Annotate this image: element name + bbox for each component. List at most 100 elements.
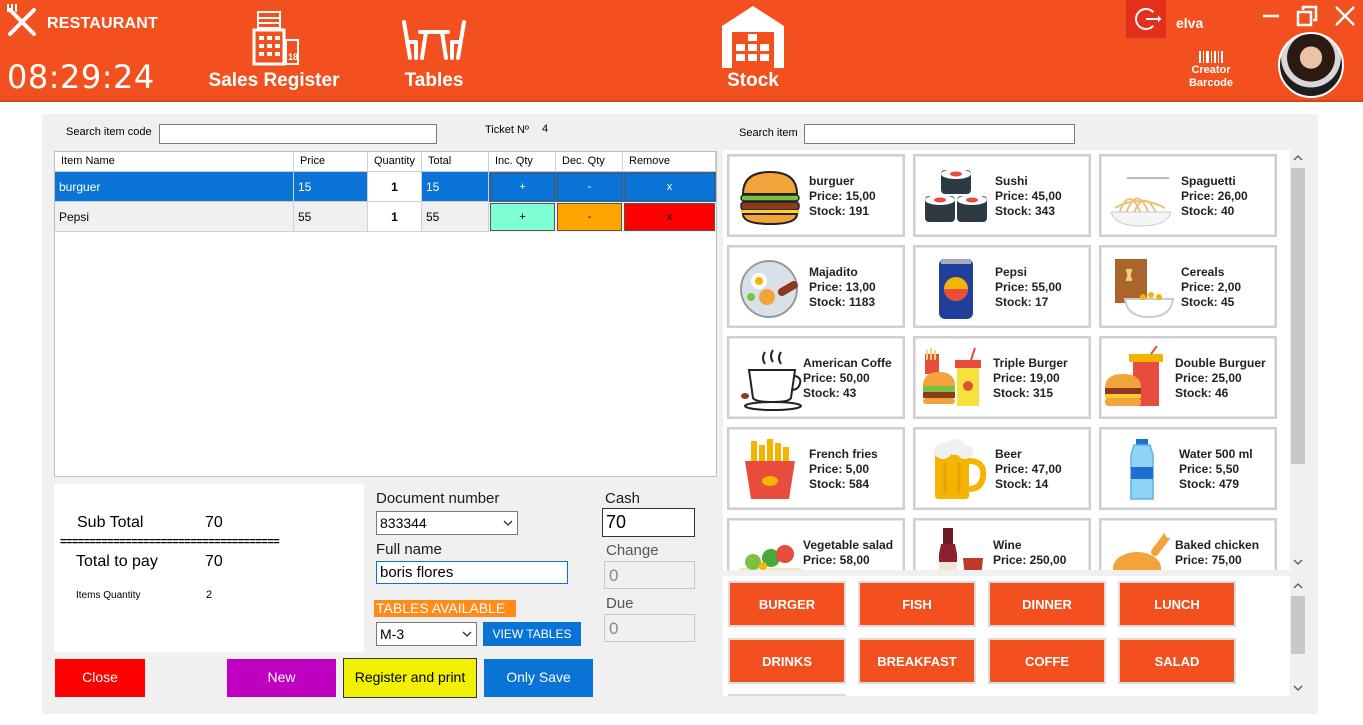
remove-item-button[interactable]: x — [624, 173, 715, 201]
category-partial-row — [728, 694, 846, 696]
inc-qty-button[interactable]: + — [490, 203, 555, 231]
col-quantity[interactable]: Quantity — [368, 152, 422, 172]
category-drinks[interactable]: DRINKS — [728, 638, 846, 684]
search-item-code-label: Search item code — [66, 126, 152, 138]
item-name: Triple Burger — [993, 356, 1068, 370]
item-name: Water 500 ml — [1179, 447, 1253, 461]
item-stock: Stock: 191 — [809, 204, 870, 218]
full-name-label: Full name — [376, 541, 442, 558]
item-stock: Stock: 45 — [1181, 295, 1235, 309]
col-dec-qty[interactable]: Dec. Qty — [556, 152, 623, 172]
item-card-double-burguer[interactable]: Double Burguer Price: 25,00 Stock: 46 — [1099, 336, 1277, 419]
category-salad[interactable]: SALAD — [1118, 638, 1236, 684]
item-card-majadito[interactable]: Majadito Price: 13,00 Stock: 1183 — [727, 245, 905, 328]
logout-button[interactable] — [1126, 0, 1166, 38]
chevron-down-icon — [462, 631, 472, 637]
due-field: 0 — [604, 614, 695, 642]
table-row[interactable]: burguer 15 1 15 + - x — [55, 172, 716, 202]
category-fish[interactable]: FISH — [858, 581, 976, 627]
item-card-water[interactable]: Water 500 ml Price: 5,50 Stock: 479 — [1099, 427, 1277, 510]
category-lunch[interactable]: LUNCH — [1118, 581, 1236, 627]
order-grid[interactable]: Item Name Price Quantity Total Inc. Qty … — [54, 151, 717, 477]
chicken-icon — [1113, 530, 1173, 570]
scroll-down-icon[interactable] — [1293, 684, 1303, 692]
document-number-value: 833344 — [380, 515, 427, 531]
item-price: Price: 58,00 — [803, 553, 870, 567]
item-card-triple-burger[interactable]: Triple Burger Price: 19,00 Stock: 315 — [913, 336, 1091, 419]
items-scroll-thumb[interactable] — [1291, 168, 1305, 464]
cell-price: 15 — [294, 172, 368, 202]
item-card-beer[interactable]: Beer Price: 47,00 Stock: 14 — [913, 427, 1091, 510]
item-card-wine[interactable]: Wine Price: 250,00 — [913, 518, 1091, 570]
scroll-down-icon[interactable] — [1293, 558, 1303, 566]
scroll-up-icon[interactable] — [1293, 154, 1303, 162]
item-card-cereals[interactable]: Cereals Price: 2,00 Stock: 45 — [1099, 245, 1277, 328]
categories-panel: BURGER FISH DINNER LUNCH DRINKS BREAKFAS… — [723, 576, 1290, 696]
table-select[interactable]: M-3 — [376, 622, 477, 646]
inc-qty-button[interactable]: + — [490, 173, 555, 201]
new-button[interactable]: New — [227, 659, 336, 697]
item-stock: Stock: 40 — [1181, 204, 1235, 218]
cereal-icon — [1115, 259, 1175, 319]
category-dinner[interactable]: DINNER — [988, 581, 1106, 627]
search-item-code-input[interactable] — [159, 124, 437, 144]
remove-item-button[interactable]: x — [624, 203, 715, 231]
col-inc-qty[interactable]: Inc. Qty — [489, 152, 556, 172]
coffee-cup-icon — [741, 349, 802, 411]
col-total[interactable]: Total — [422, 152, 489, 172]
nav-stock[interactable]: Stock — [720, 4, 786, 92]
cash-input[interactable] — [602, 508, 695, 537]
item-card-american-coffe[interactable]: American Coffe Price: 50,00 Stock: 43 — [727, 336, 905, 419]
item-card-french-fries[interactable]: French fries Price: 5,00 Stock: 584 — [727, 427, 905, 510]
cell-item-name: burguer — [55, 172, 294, 202]
col-item-name[interactable]: Item Name — [55, 152, 294, 172]
item-card-burguer[interactable]: burguer Price: 15,00 Stock: 191 — [727, 154, 905, 237]
category-burger[interactable]: BURGER — [728, 581, 846, 627]
category-coffe[interactable]: COFFE — [988, 638, 1106, 684]
creator-barcode-button[interactable]: Creator Barcode — [1182, 50, 1240, 94]
close-button[interactable]: Close — [55, 659, 145, 697]
items-quantity-label: Items Quantity — [76, 590, 141, 601]
item-name: burguer — [809, 174, 855, 188]
register-and-print-button[interactable]: Register and print — [343, 658, 477, 698]
document-number-select[interactable]: 833344 — [376, 511, 518, 535]
item-price: Price: 5,50 — [1179, 462, 1240, 476]
nav-tables[interactable]: Tables — [388, 6, 480, 96]
col-remove[interactable]: Remove — [623, 152, 716, 172]
dec-qty-button[interactable]: - — [557, 203, 622, 231]
item-card-vegetable-salad[interactable]: Vegetable salad Price: 58,00 — [727, 518, 905, 570]
creator-label: Creator — [1191, 64, 1231, 76]
categories-scrollbar[interactable] — [1290, 576, 1306, 696]
app-title: RESTAURANT — [47, 15, 159, 32]
item-card-sushi[interactable]: Sushi Price: 45,00 Stock: 343 — [913, 154, 1091, 237]
ticket-number: 4 — [542, 123, 549, 135]
dec-qty-button[interactable]: - — [557, 173, 622, 201]
item-stock: Stock: 43 — [803, 386, 857, 400]
view-tables-button[interactable]: VIEW TABLES — [483, 622, 581, 646]
items-panel: burguer Price: 15,00 Stock: 191 Sushi Pr… — [723, 150, 1290, 570]
item-name: Wine — [993, 538, 1022, 552]
cell-quantity[interactable]: 1 — [368, 202, 422, 232]
table-row[interactable]: Pepsi 55 1 55 + - x — [55, 202, 716, 232]
search-item-input[interactable] — [804, 124, 1075, 144]
restore-icon[interactable] — [1296, 5, 1318, 27]
categories-scroll-thumb[interactable] — [1291, 596, 1305, 654]
full-name-input[interactable] — [376, 561, 568, 584]
item-card-pepsi[interactable]: Pepsi Price: 55,00 Stock: 17 — [913, 245, 1091, 328]
cell-quantity[interactable]: 1 — [368, 172, 422, 202]
nav-stock-label: Stock — [727, 70, 779, 91]
items-scrollbar[interactable] — [1290, 150, 1306, 570]
item-card-spaguetti[interactable]: Spaguetti Price: 26,00 Stock: 40 — [1099, 154, 1277, 237]
nav-sales-register[interactable]: 18 Sales Register — [200, 6, 348, 96]
minimize-icon[interactable] — [1260, 5, 1282, 27]
avatar[interactable] — [1278, 32, 1344, 98]
scroll-up-icon[interactable] — [1293, 582, 1303, 590]
category-breakfast[interactable]: BREAKFAST — [858, 638, 976, 684]
document-number-label: Document number — [376, 490, 500, 507]
item-price: Price: 26,00 — [1181, 189, 1248, 203]
col-price[interactable]: Price — [294, 152, 368, 172]
only-save-button[interactable]: Only Save — [484, 659, 593, 697]
item-card-baked-chicken[interactable]: Baked chicken Price: 75,00 — [1099, 518, 1277, 570]
close-window-icon[interactable] — [1334, 5, 1356, 27]
item-price: Price: 45,00 — [995, 189, 1062, 203]
